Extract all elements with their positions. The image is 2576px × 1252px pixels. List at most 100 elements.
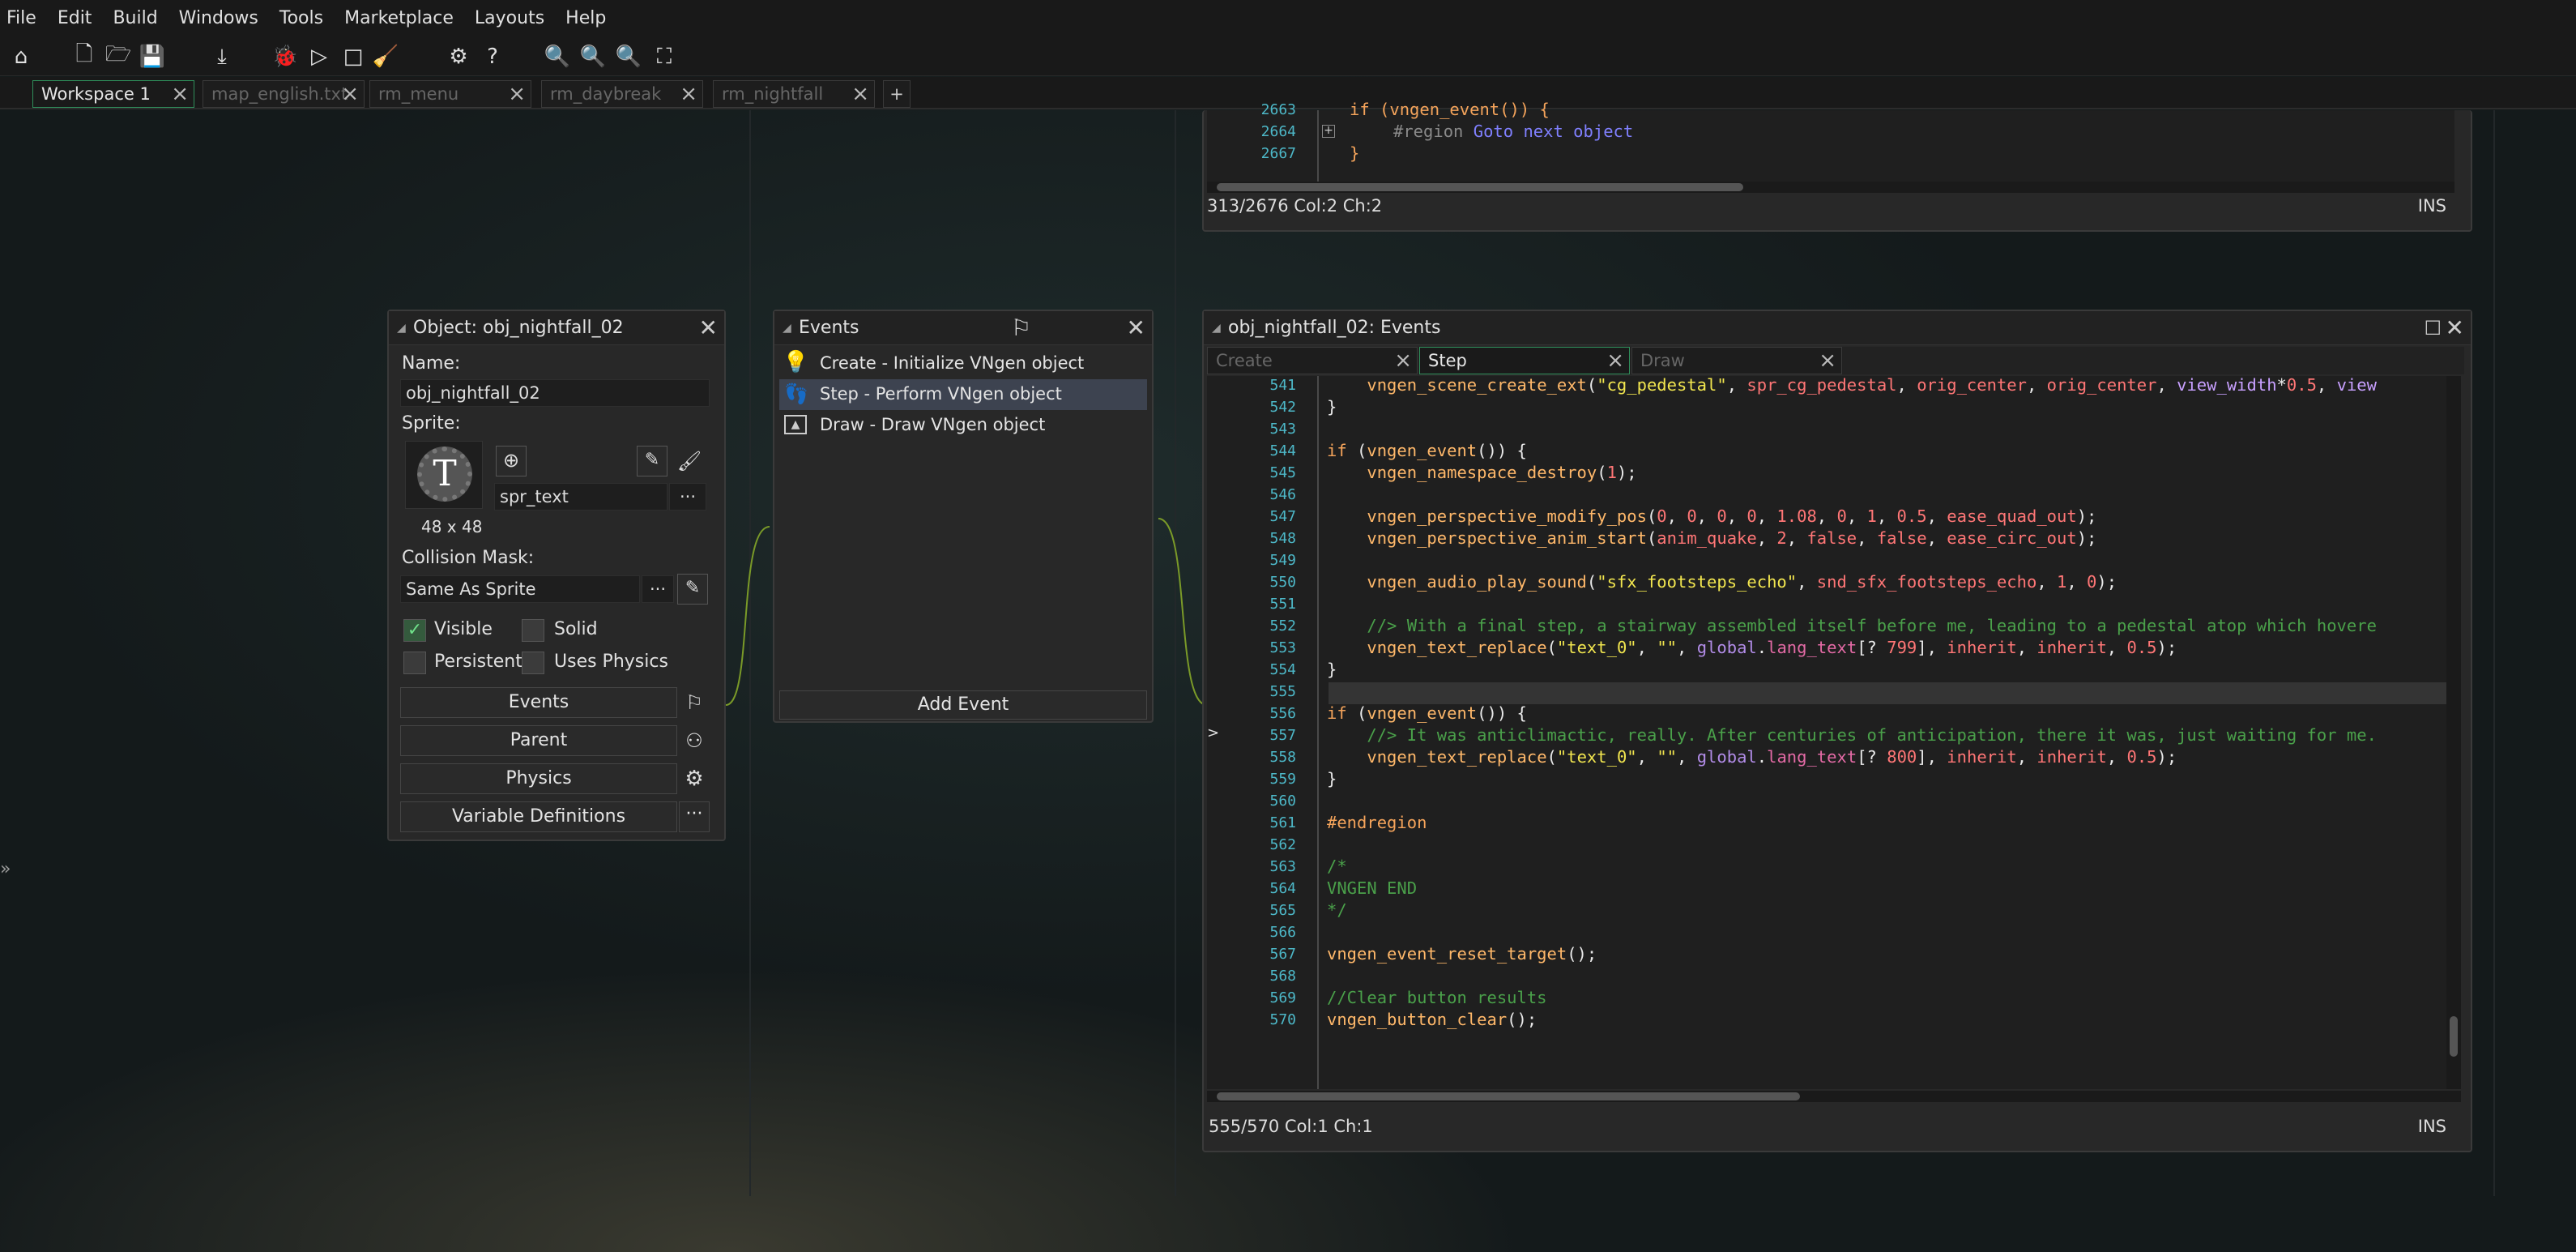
- zoom-out-icon[interactable]: 🔍: [543, 42, 572, 71]
- tab-draw[interactable]: Draw ×: [1631, 347, 1842, 374]
- persistent-checkbox[interactable]: [403, 652, 426, 674]
- solid-checkbox[interactable]: [522, 619, 544, 642]
- flag-icon[interactable]: ⚐: [1011, 311, 1031, 345]
- clean-icon[interactable]: 🧹: [371, 42, 400, 71]
- horizontal-scrollbar[interactable]: [1207, 1091, 2461, 1102]
- sprite-preview[interactable]: T: [405, 441, 483, 509]
- tab-step[interactable]: Step ×: [1419, 347, 1630, 374]
- close-icon[interactable]: ✕: [2446, 311, 2464, 345]
- event-item-create[interactable]: 💡 Create - Initialize VNgen object: [779, 348, 1147, 379]
- line-number: 563: [1269, 858, 1296, 875]
- close-icon[interactable]: ×: [851, 81, 869, 107]
- new-file-icon[interactable]: 🗋: [70, 42, 99, 71]
- fit-icon[interactable]: ⛶: [650, 42, 679, 71]
- footsteps-icon: 👣: [784, 382, 808, 405]
- workspace-divider: [2493, 110, 2495, 1196]
- add-event-button[interactable]: Add Event: [779, 690, 1147, 720]
- zoom-reset-icon[interactable]: 🔍: [578, 42, 608, 71]
- parent-button[interactable]: Parent: [400, 725, 677, 756]
- close-icon[interactable]: ×: [680, 81, 697, 107]
- menu-tools[interactable]: Tools: [279, 8, 323, 28]
- edit-mask-icon[interactable]: ✎: [677, 574, 708, 605]
- gear-icon[interactable]: ⚙: [679, 763, 710, 794]
- close-icon[interactable]: ×: [171, 81, 189, 107]
- sprite-thumbnail-icon: T: [417, 447, 472, 502]
- menu-build[interactable]: Build: [113, 8, 157, 28]
- home-icon[interactable]: ⌂: [6, 42, 36, 71]
- stop-icon[interactable]: □: [339, 42, 368, 71]
- collision-mask-field[interactable]: Same As Sprite: [400, 575, 640, 603]
- tab-rm-menu[interactable]: rm_menu ×: [369, 80, 531, 108]
- close-icon[interactable]: ×: [341, 81, 359, 107]
- line-number: 555: [1269, 683, 1296, 700]
- brush-icon[interactable]: 🖌: [674, 446, 705, 476]
- sidebar-expand-icon[interactable]: »: [0, 859, 13, 891]
- line-number: 565: [1269, 902, 1296, 919]
- maximize-icon[interactable]: ☐: [2424, 311, 2442, 345]
- code-line: }: [1350, 143, 1360, 163]
- menu-help[interactable]: Help: [565, 8, 606, 28]
- menu-file[interactable]: File: [6, 8, 36, 28]
- fold-icon[interactable]: +: [1322, 125, 1335, 138]
- mask-browse-button[interactable]: ···: [642, 575, 674, 603]
- events-panel-header[interactable]: ◢ Events ⚐ ✕: [774, 311, 1152, 345]
- uses-physics-checkbox[interactable]: [522, 652, 544, 674]
- sprite-field[interactable]: spr_text: [494, 483, 667, 511]
- tab-label: map_english.txt: [211, 84, 348, 104]
- physics-button[interactable]: Physics: [400, 763, 677, 794]
- variable-definitions-button[interactable]: Variable Definitions: [400, 801, 677, 832]
- export-icon[interactable]: ⤓: [207, 42, 237, 71]
- menu-windows[interactable]: Windows: [179, 8, 258, 28]
- visible-checkbox[interactable]: ✓: [403, 619, 426, 642]
- event-item-draw[interactable]: ▲ Draw - Draw VNgen object: [779, 410, 1147, 441]
- new-sprite-icon[interactable]: ⊕: [496, 446, 527, 476]
- variable-definitions-more-button[interactable]: ···: [679, 801, 710, 832]
- object-panel-header[interactable]: ◢ Object: obj_nightfall_02 ✕: [389, 311, 724, 345]
- sprite-browse-button[interactable]: ···: [669, 483, 706, 511]
- line-number: 558: [1269, 749, 1296, 766]
- tab-workspace-1[interactable]: Workspace 1 ×: [32, 80, 194, 108]
- line-number: 554: [1269, 661, 1296, 678]
- settings-icon[interactable]: ⚙: [444, 42, 473, 71]
- edit-sprite-icon[interactable]: ✎: [637, 446, 667, 476]
- draw-icon: ▲: [784, 415, 807, 434]
- help-icon[interactable]: ?: [478, 42, 507, 71]
- save-icon[interactable]: 💾: [138, 42, 167, 71]
- parent-tree-icon[interactable]: ⚇: [679, 725, 710, 756]
- new-tab-button[interactable]: +: [883, 80, 911, 108]
- name-field[interactable]: obj_nightfall_02: [400, 379, 710, 407]
- code-area[interactable]: 2663 2664 2667 + if (vngen_event()) { #r…: [1207, 100, 2454, 182]
- vertical-scrollbar[interactable]: [2446, 376, 2461, 1089]
- event-item-step[interactable]: 👣 Step - Perform VNgen object: [779, 379, 1147, 410]
- flag-icon[interactable]: ⚐: [679, 687, 710, 718]
- tab-create[interactable]: Create ×: [1207, 347, 1418, 374]
- line-number: 2664: [1260, 123, 1296, 140]
- run-icon[interactable]: ▷: [305, 42, 334, 71]
- tab-map-english-txt[interactable]: map_english.txt ×: [203, 80, 365, 108]
- close-icon[interactable]: ✕: [1127, 311, 1145, 345]
- close-icon[interactable]: ✕: [699, 311, 718, 345]
- top-code-editor: 2663 2664 2667 + if (vngen_event()) { #r…: [1202, 100, 2472, 232]
- tab-rm-daybreak[interactable]: rm_daybreak ×: [541, 80, 703, 108]
- menu-edit[interactable]: Edit: [58, 8, 92, 28]
- code-line: #region Goto next object: [1393, 122, 1634, 141]
- line-number: 548: [1269, 530, 1296, 547]
- tab-rm-nightfall[interactable]: rm_nightfall ×: [713, 80, 875, 108]
- events-button[interactable]: Events: [400, 687, 677, 718]
- menu-marketplace[interactable]: Marketplace: [344, 8, 454, 28]
- debug-icon[interactable]: 🐞: [271, 42, 300, 71]
- horizontal-scrollbar[interactable]: [1207, 182, 2454, 193]
- line-number: 569: [1269, 989, 1296, 1006]
- event-label: Draw - Draw VNgen object: [820, 415, 1046, 434]
- line-number: 541: [1269, 377, 1296, 394]
- code-area[interactable]: > 541 542 543 544 545 546 547 548 549 550 551 552 55…: [1207, 376, 2446, 1089]
- menu-layouts[interactable]: Layouts: [475, 8, 544, 28]
- object-panel: ◢ Object: obj_nightfall_02 ✕ Name: obj_nig…: [387, 310, 726, 841]
- code-line: if (vngen_event()) {: [1350, 100, 1550, 119]
- line-number: 568: [1269, 968, 1296, 985]
- zoom-in-icon[interactable]: 🔍: [614, 42, 643, 71]
- close-icon[interactable]: ×: [508, 81, 526, 107]
- line-number: 551: [1269, 596, 1296, 613]
- code-panel-header[interactable]: ◢ obj_nightfall_02: Events ☐ ✕: [1204, 311, 2471, 345]
- open-folder-icon[interactable]: 🗁: [104, 42, 133, 71]
